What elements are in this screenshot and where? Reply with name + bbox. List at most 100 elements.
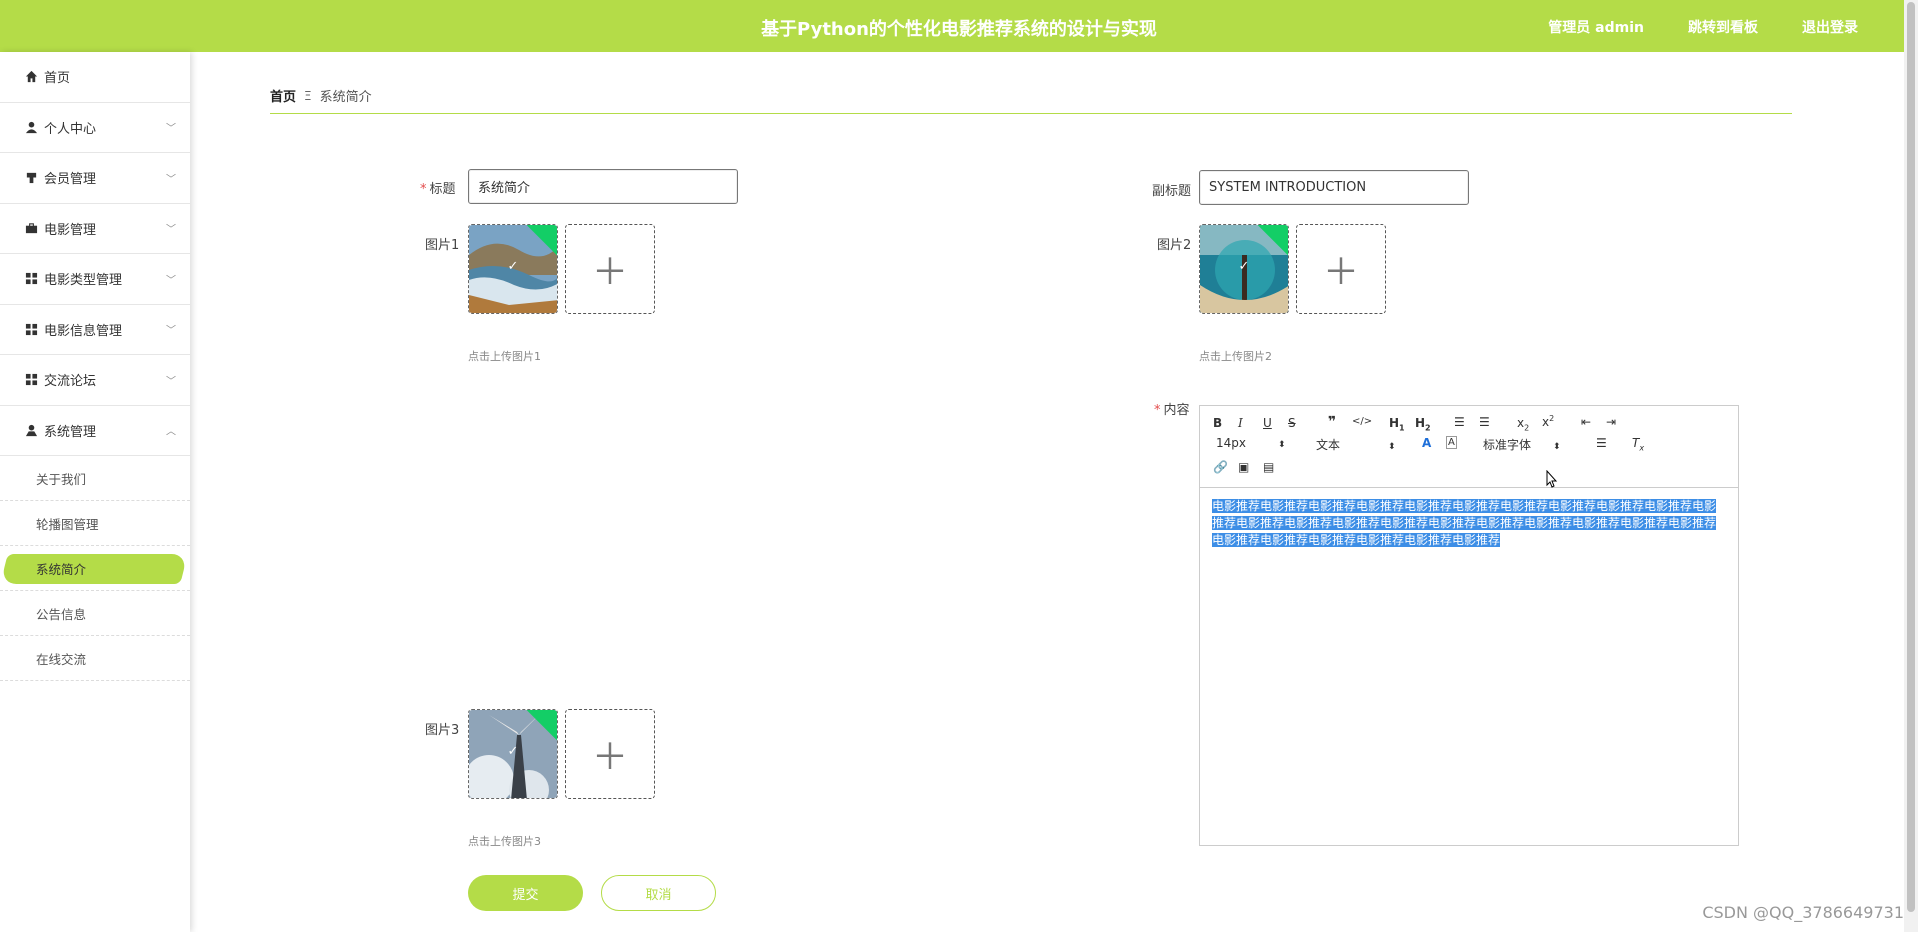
chevron-down-icon: ﹀ [166,275,176,287]
pic3-label: 图片3 [425,723,460,738]
indent-icon[interactable]: ⇥ [1606,415,1616,429]
chevron-down-icon: ﹀ [166,224,176,236]
rich-text-editor: B I U S ❞ </> H1 H2 ☰ ☰ x2 x2 ⇤ ⇥ 14px ⬍ … [1199,405,1739,846]
pic2-thumbnail[interactable]: ✓ [1199,224,1289,314]
sidebar-item-system[interactable]: 系统管理 ︿ [0,406,190,456]
font-family-select[interactable]: 标准字体 ⬍ [1483,436,1561,453]
chevron-down-icon: ﹀ [166,174,176,186]
home-icon [24,70,38,84]
sidebar-item-movies[interactable]: 电影管理 ﹀ [0,204,190,254]
grid-icon [24,322,38,336]
subtitle-label: 副标题 [1152,184,1192,199]
underline-icon[interactable]: U [1263,416,1272,430]
sidebar-subitem-carousel[interactable]: 轮播图管理 [0,501,190,546]
pic3-upload-button[interactable]: ＋ [565,709,655,799]
title-input[interactable]: 系统简介 [468,169,738,204]
plus-icon: ＋ [1322,252,1359,293]
user-icon [24,120,38,134]
sidebar-subitem-about[interactable]: 关于我们 [0,456,190,501]
chevron-down-icon: ﹀ [166,123,176,135]
align-icon[interactable]: ☰ [1596,436,1607,450]
cancel-button[interactable]: 取消 [601,875,716,911]
check-icon: ✓ [507,744,519,759]
sidebar-item-label: 会员管理 [44,172,97,188]
sidebar-subitem-notice[interactable]: 公告信息 [0,591,190,636]
subscript-icon[interactable]: x2 [1517,416,1529,432]
ordered-list-icon[interactable]: ☰ [1454,415,1465,429]
pic1-thumbnail[interactable]: ✓ [468,224,558,314]
check-icon: ✓ [507,259,519,274]
check-icon: ✓ [1238,259,1250,274]
clear-format-icon[interactable]: Tx [1632,436,1644,452]
outdent-icon[interactable]: ⇤ [1581,415,1591,429]
chevron-down-icon: ﹀ [166,325,176,337]
logout-link[interactable]: 退出登录 [1802,17,1858,37]
font-color-icon[interactable]: A [1422,436,1431,450]
background-color-icon[interactable]: A [1446,436,1457,449]
grid-icon [24,272,38,286]
image-icon[interactable]: ▣ [1238,460,1249,474]
vertical-scrollbar[interactable] [1904,0,1918,932]
editor-content[interactable]: 电影推荐电影推荐电影推荐电影推荐电影推荐电影推荐电影推荐电影推荐电影推荐电影推荐… [1200,488,1738,559]
sidebar-item-movie-info[interactable]: 电影信息管理 ﹀ [0,305,190,355]
content-label: * 内容 [1154,403,1190,418]
sidebar-item-forum[interactable]: 交流论坛 ﹀ [0,355,190,406]
sidebar-subitem-intro[interactable]: 系统简介 [0,546,190,591]
system-icon [24,423,38,437]
pic2-hint: 点击上传图片2 [1199,350,1272,363]
members-icon [24,171,38,185]
sidebar-item-movie-types[interactable]: 电影类型管理 ﹀ [0,254,190,305]
strikethrough-icon[interactable]: S [1288,416,1296,430]
link-icon[interactable]: 🔗 [1213,460,1228,474]
sidebar-item-label: 电影管理 [44,222,97,238]
sidebar-item-personal-center[interactable]: 个人中心 ﹀ [0,103,190,153]
subtitle-input[interactable]: SYSTEM INTRODUCTION [1199,170,1469,205]
header-type-select[interactable]: 文本 ⬍ [1316,436,1396,453]
breadcrumb-separator: Ξ [304,88,312,103]
chevron-up-icon: ︿ [166,426,176,438]
pic1-upload-button[interactable]: ＋ [565,224,655,314]
pic1-hint: 点击上传图片1 [468,350,541,363]
editor-toolbar: B I U S ❞ </> H1 H2 ☰ ☰ x2 x2 ⇤ ⇥ 14px ⬍ … [1200,406,1738,488]
font-size-select[interactable]: 14px ⬍ [1216,436,1286,450]
superscript-icon[interactable]: x2 [1542,414,1554,429]
plus-icon: ＋ [591,252,628,293]
top-header: 基于Python的个性化电影推荐系统的设计与实现 管理员 admin 跳转到看板… [0,0,1918,52]
sidebar-item-home[interactable]: 首页 [0,52,190,103]
chevron-down-icon: ﹀ [166,376,176,388]
pic2-label: 图片2 [1157,238,1192,253]
bullet-list-icon[interactable]: ☰ [1479,415,1490,429]
blockquote-icon[interactable]: ❞ [1328,414,1336,430]
title-label: * 标题 [420,182,456,197]
scrollbar-thumb[interactable] [1907,2,1915,912]
dashboard-link[interactable]: 跳转到看板 [1688,17,1758,37]
italic-icon[interactable]: I [1238,416,1243,430]
sidebar-item-label: 系统管理 [44,424,97,440]
admin-user-link[interactable]: 管理员 admin [1548,17,1644,37]
bold-icon[interactable]: B [1213,416,1222,430]
header-actions: 管理员 admin 跳转到看板 退出登录 [1548,17,1858,37]
plus-icon: ＋ [591,737,628,778]
cursor-icon [1546,470,1558,488]
sidebar-item-label: 交流论坛 [44,374,97,390]
breadcrumb-current: 系统简介 [319,90,372,105]
sidebar-item-label: 电影类型管理 [44,273,123,289]
sidebar-subitem-chat[interactable]: 在线交流 [0,636,190,681]
sidebar-item-label: 个人中心 [44,121,97,137]
submit-button[interactable]: 提交 [468,875,583,911]
pic2-upload-button[interactable]: ＋ [1296,224,1386,314]
editor-text: 电影推荐电影推荐电影推荐电影推荐电影推荐电影推荐电影推荐电影推荐电影推荐电影推荐… [1212,499,1717,547]
pic3-thumbnail[interactable]: ✓ [468,709,558,799]
active-highlight [0,554,188,584]
pic1-label: 图片1 [425,238,460,253]
heading2-icon[interactable]: H2 [1415,416,1431,432]
briefcase-icon [24,221,38,235]
watermark: CSDN @QQ_3786649731 [1702,903,1904,922]
breadcrumb-home[interactable]: 首页 [270,86,296,105]
code-block-icon[interactable]: </> [1352,416,1372,427]
sidebar-item-members[interactable]: 会员管理 ﹀ [0,153,190,204]
video-icon[interactable]: ▤ [1263,460,1274,474]
breadcrumb-divider [270,113,1792,114]
heading1-icon[interactable]: H1 [1389,416,1405,432]
breadcrumb: 首页 Ξ 系统简介 [270,86,372,106]
